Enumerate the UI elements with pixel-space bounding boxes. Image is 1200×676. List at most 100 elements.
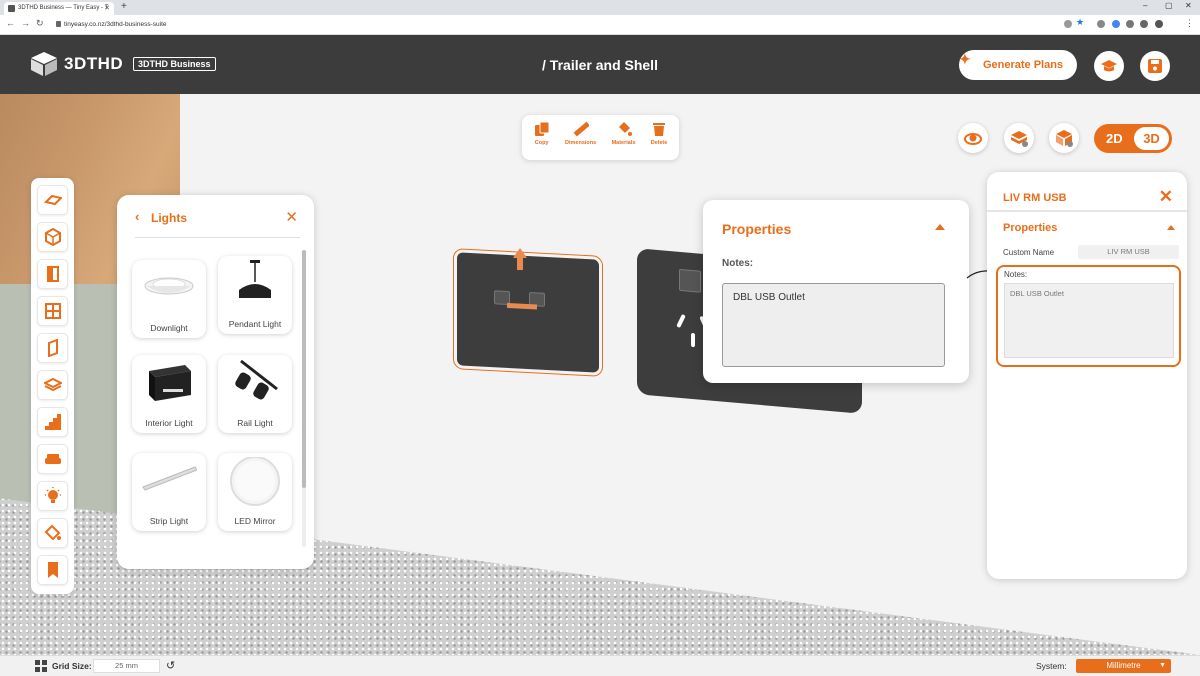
sidebar-item-saved[interactable] [37,555,68,585]
cube-eye-icon [1056,130,1073,147]
popup-notes-field[interactable]: DBL USB Outlet [722,283,945,367]
light-item-label: Strip Light [149,516,189,526]
unit-system-select[interactable]: Millimetre ▼ [1076,659,1171,673]
sidebar-item-panels[interactable] [37,333,68,363]
sidebar-item-lights[interactable] [37,481,68,511]
custom-name-field[interactable]: LIV RM USB [1078,245,1179,259]
usb-slot [679,268,701,293]
extensions-icon[interactable] [1140,20,1148,28]
scrollbar-thumb[interactable] [302,250,306,488]
floor-visibility-button[interactable] [1004,123,1034,153]
copy-button[interactable]: Copy [534,121,550,160]
save-button[interactable] [1140,51,1170,81]
selected-usb-outlet[interactable] [453,248,603,377]
wall-visibility-button[interactable] [1049,123,1079,153]
object-toolbar: Copy Dimensions Materials Delete [522,115,679,160]
browser-tab[interactable]: 3DTHD Business — Tiny Easy - T ✕ [4,2,114,15]
sidebar-item-stairs[interactable] [37,407,68,437]
new-tab-icon[interactable]: + [121,1,127,12]
orbit-icon [964,133,982,145]
camera-orbit-button[interactable] [958,123,988,153]
close-window-icon[interactable]: ✕ [1185,1,1192,10]
materials-label: Materials [611,140,636,146]
bookmark-icon [48,562,58,578]
sidebar-item-windows[interactable] [37,296,68,326]
light-item-downlight[interactable]: Downlight [132,260,206,338]
reload-icon[interactable]: ↻ [36,18,44,29]
light-item-pendant[interactable]: Pendant Light [218,256,292,334]
save-icon [1148,59,1162,73]
grid-size-label: Grid Size: [52,661,92,671]
app-header: 3DTHD 3DTHD Business / Trailer and Shell… [0,35,1200,94]
sidebar-item-shell[interactable] [37,222,68,252]
door-icon [47,266,59,282]
back-icon[interactable]: ← [6,18,15,28]
view-mode-toggle[interactable]: 2D 3D [1094,124,1172,153]
move-up-arrow-icon[interactable] [513,248,527,258]
light-item-interior[interactable]: Interior Light [132,355,206,433]
lights-panel-header: ‹ Lights ✕ [135,208,300,238]
move-handle[interactable] [507,302,537,310]
minimize-icon[interactable]: – [1143,1,1147,10]
close-icon[interactable]: ✕ [1159,187,1173,207]
light-item-led-mirror[interactable]: LED Mirror [218,453,292,531]
tab-close-icon[interactable]: ✕ [104,2,110,15]
dimensions-label: Dimensions [565,140,597,146]
notes-highlight: Notes: DBL USB Outlet [996,265,1181,367]
share-icon[interactable] [1064,20,1072,28]
dimensions-button[interactable]: Dimensions [565,121,596,160]
toggle-3d[interactable]: 3D [1134,127,1169,150]
bookmark-star-icon[interactable]: ★ [1076,17,1084,28]
reset-icon[interactable]: ↺ [166,659,175,672]
grid-size-input[interactable]: 25 mm [93,659,160,673]
grid-icon [35,660,47,672]
extension-camera-icon[interactable] [1097,20,1105,28]
socket-pin [676,313,686,329]
collapse-caret-icon[interactable] [1167,225,1175,230]
materials-button[interactable]: Materials [611,121,636,160]
forward-icon[interactable]: → [21,18,30,28]
toggle-2d[interactable]: 2D [1106,131,1123,146]
sidebar-item-paint[interactable] [37,518,68,548]
tutorial-button[interactable] [1094,51,1124,81]
extension-pen-icon[interactable] [1126,20,1134,28]
sidebar-item-furniture[interactable] [37,444,68,474]
maximize-icon[interactable]: ▢ [1165,1,1173,10]
copy-icon [534,121,550,136]
profile-icon[interactable] [1155,20,1163,28]
light-item-rail[interactable]: Rail Light [218,355,292,433]
sidebar-item-doors[interactable] [37,259,68,289]
delete-button[interactable]: Delete [651,121,667,160]
sparkle-icon: ✦ [959,51,971,67]
chevron-down-icon: ▼ [1159,662,1166,669]
light-item-strip[interactable]: Strip Light [132,453,206,531]
window-icon [45,303,61,319]
sidebar-item-floor[interactable] [37,185,68,215]
stairs-icon [45,414,61,430]
lock-icon [56,21,61,27]
generate-plans-button[interactable]: ✦ Generate Plans [959,50,1077,80]
tab-title: 3DTHD Business — Tiny Easy - T [18,5,109,11]
lights-panel-title: Lights [151,211,187,225]
url-field[interactable]: tinyeasy.co.nz/3dthd-business-suite [56,18,1056,32]
browser-menu-icon[interactable]: ⋮ [1185,18,1194,29]
unit-system-value: Millimetre [1106,661,1141,670]
custom-name-label: Custom Name [1003,248,1055,257]
socket-pin [691,332,695,348]
trash-icon [653,123,666,136]
collapse-caret-icon[interactable] [935,224,945,230]
sidebar-item-surfaces[interactable] [37,370,68,400]
properties-section-title[interactable]: Properties [1003,222,1057,234]
notes-field[interactable]: DBL USB Outlet [1004,283,1174,358]
rail-light-thumbnail [235,359,278,400]
paint-bucket-icon [44,524,61,541]
lights-scrollbar[interactable] [302,250,306,547]
properties-popup: Properties Notes: DBL USB Outlet [703,200,969,383]
close-icon[interactable]: ✕ [285,208,298,226]
url-text: tinyeasy.co.nz/3dthd-business-suite [64,21,167,28]
category-sidebar [31,178,74,594]
strip-light-thumbnail [142,466,197,491]
back-chevron-icon[interactable]: ‹ [135,209,139,224]
extension-circle-icon[interactable] [1112,20,1120,28]
floor-plane-icon [44,194,62,206]
